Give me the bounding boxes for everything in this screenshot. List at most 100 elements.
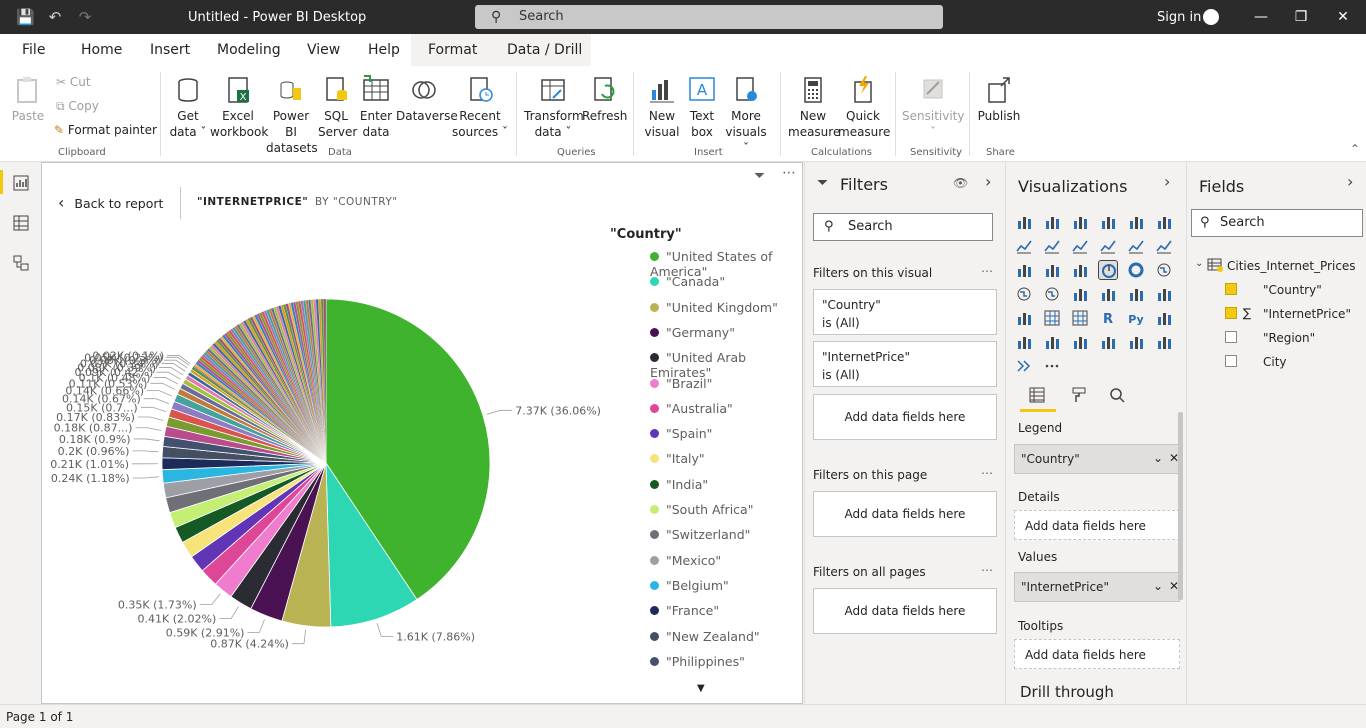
legend-item[interactable]: "Canada": [650, 274, 725, 289]
filters-search-input[interactable]: ⚲ Search: [813, 213, 993, 241]
more-visuals-button[interactable]: More visuals ˇ: [722, 74, 770, 156]
transform-data-button[interactable]: Transform data ˇ: [524, 74, 584, 140]
model-view-icon[interactable]: [12, 254, 30, 272]
fields-tab-icon[interactable]: [1028, 386, 1046, 404]
close-icon[interactable]: ✕: [1328, 6, 1358, 28]
stacked-bar-chart-icon[interactable]: [1014, 212, 1034, 232]
enter-data-button[interactable]: Enter data: [358, 74, 394, 140]
more-options-icon[interactable]: ⋯: [981, 563, 993, 577]
recent-sources-button[interactable]: Recent sources ˇ: [452, 74, 508, 140]
field-checkbox-internetprice[interactable]: [1225, 307, 1237, 319]
save-icon[interactable]: 💾: [16, 8, 35, 26]
collapse-ribbon-icon[interactable]: ⌃: [1350, 142, 1360, 156]
dataverse-button[interactable]: Dataverse: [396, 74, 458, 124]
chevron-right-icon[interactable]: ›: [1347, 172, 1353, 191]
add-visual-filter-drop[interactable]: Add data fields here: [813, 394, 997, 440]
donut-chart-icon[interactable]: [1126, 260, 1146, 280]
legend-item[interactable]: "South Africa": [650, 502, 753, 517]
qa-icon[interactable]: [1042, 332, 1062, 352]
line-chart-icon[interactable]: [1014, 236, 1034, 256]
expand-chevron-icon[interactable]: ⌄: [1195, 258, 1203, 269]
field-checkbox-region[interactable]: [1225, 331, 1237, 343]
sensitivity-button[interactable]: Sensitivity ˇ: [902, 74, 964, 140]
legend-scroll-down-icon[interactable]: ▼: [697, 683, 705, 694]
tab-view[interactable]: View: [307, 42, 340, 58]
format-painter-button[interactable]: ✎ Format painter: [54, 123, 157, 137]
field-checkbox-city[interactable]: [1225, 355, 1237, 367]
legend-item[interactable]: "New Zealand": [650, 629, 760, 644]
details-drop-zone[interactable]: Add data fields here: [1014, 510, 1180, 540]
ribbon-chart-icon[interactable]: [1154, 236, 1174, 256]
format-paint-roller-icon[interactable]: [1070, 386, 1088, 404]
minimize-icon[interactable]: —: [1246, 6, 1276, 28]
report-view-icon[interactable]: [12, 174, 30, 192]
add-page-filter-drop[interactable]: Add data fields here: [813, 491, 997, 537]
legend-item[interactable]: "India": [650, 477, 708, 492]
legend-item[interactable]: "United Kingdom": [650, 300, 778, 315]
scatter-chart-icon[interactable]: [1070, 260, 1090, 280]
tab-data-drill[interactable]: Data / Drill: [507, 42, 582, 58]
100-percent-column-chart-icon[interactable]: [1154, 212, 1174, 232]
analytics-magnifier-icon[interactable]: [1108, 386, 1126, 404]
tooltips-drop-zone[interactable]: Add data fields here: [1014, 639, 1180, 669]
legend-item[interactable]: "France": [650, 603, 719, 618]
legend-item[interactable]: "Germany": [650, 325, 735, 340]
cut-button[interactable]: ✂ Cut: [56, 75, 91, 89]
legend-item[interactable]: "Philippines": [650, 654, 745, 669]
paginated-report-icon[interactable]: [1098, 332, 1118, 352]
chevron-down-icon[interactable]: ⌄: [1153, 579, 1163, 593]
more-visuals-chevron-icon[interactable]: [1014, 356, 1034, 376]
area-chart-icon[interactable]: [1042, 236, 1062, 256]
multi-row-card-icon[interactable]: [1126, 284, 1146, 304]
field-checkbox-country[interactable]: [1225, 283, 1237, 295]
values-field-pill[interactable]: "InternetPrice" ⌄ ✕: [1014, 572, 1180, 602]
legend-item[interactable]: "Belgium": [650, 578, 729, 593]
eye-icon[interactable]: 👁: [953, 176, 968, 190]
sign-in-link[interactable]: Sign in: [1157, 10, 1201, 25]
line-clustered-column-icon[interactable]: [1126, 236, 1146, 256]
funnel-chart-icon[interactable]: [1042, 260, 1062, 280]
smart-narrative-icon[interactable]: [1070, 332, 1090, 352]
key-influencers-icon[interactable]: [1154, 308, 1174, 328]
more-options-icon[interactable]: ⋯: [981, 466, 993, 480]
legend-item[interactable]: "Brazil": [650, 376, 712, 391]
field-city[interactable]: City: [1263, 355, 1287, 369]
title-search-box[interactable]: ⚲ Search: [475, 5, 943, 29]
slicer-icon[interactable]: [1014, 308, 1034, 328]
data-view-icon[interactable]: [12, 214, 30, 232]
tab-format[interactable]: Format: [428, 42, 477, 58]
sql-server-button[interactable]: SQL Server: [318, 74, 357, 140]
power-apps-icon[interactable]: [1126, 332, 1146, 352]
redo-icon[interactable]: ↷: [76, 8, 94, 26]
legend-item[interactable]: "Italy": [650, 451, 705, 466]
copy-button[interactable]: ⧉ Copy: [56, 99, 99, 114]
more-options-icon[interactable]: [1042, 356, 1062, 376]
legend-item[interactable]: "Mexico": [650, 553, 721, 568]
chevron-down-icon[interactable]: ⌄: [1153, 451, 1163, 465]
table-visual-icon[interactable]: [1042, 308, 1062, 328]
power-automate-icon[interactable]: [1154, 332, 1174, 352]
100-percent-bar-chart-icon[interactable]: [1126, 212, 1146, 232]
tab-modeling[interactable]: Modeling: [217, 42, 281, 58]
excel-workbook-button[interactable]: X Excel workbook: [210, 74, 268, 140]
power-bi-datasets-button[interactable]: Power BI datasets: [266, 74, 318, 156]
matrix-icon[interactable]: [1070, 308, 1090, 328]
r-visual-icon[interactable]: R: [1098, 308, 1118, 328]
pane-scrollbar[interactable]: [1178, 412, 1183, 600]
refresh-button[interactable]: Refresh: [582, 74, 627, 124]
pie-chart-icon[interactable]: [1098, 260, 1118, 280]
add-all-pages-filter-drop[interactable]: Add data fields here: [813, 588, 997, 634]
filled-map-icon[interactable]: [1042, 284, 1062, 304]
stacked-column-chart-icon[interactable]: [1042, 212, 1062, 232]
undo-icon[interactable]: ↶: [46, 8, 64, 26]
python-visual-icon[interactable]: Py: [1126, 308, 1146, 328]
tab-insert[interactable]: Insert: [150, 42, 190, 58]
map-icon[interactable]: [1014, 284, 1034, 304]
quick-measure-button[interactable]: Quick measure: [838, 74, 890, 140]
field-region[interactable]: "Region": [1263, 331, 1315, 345]
gauge-icon[interactable]: [1070, 284, 1090, 304]
account-toggle[interactable]: [1203, 9, 1219, 25]
legend-item[interactable]: "Australia": [650, 401, 733, 416]
new-visual-button[interactable]: New visual: [642, 74, 682, 140]
table-name[interactable]: Cities_Internet_Prices: [1227, 259, 1356, 273]
